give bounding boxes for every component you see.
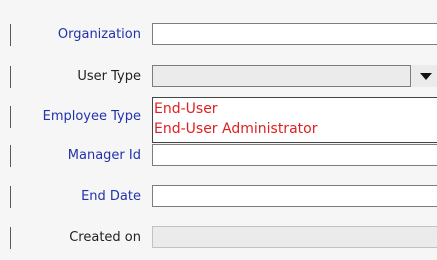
manager-id-input[interactable] (152, 144, 437, 166)
created-on-row: Created on (0, 225, 437, 253)
created-on-input (152, 226, 437, 248)
field-marker (10, 24, 11, 46)
organization-label: Organization (57, 27, 141, 42)
dropdown-option-end-user-administrator[interactable]: End-User Administrator (154, 121, 317, 137)
end-date-row: End Date (0, 184, 437, 212)
user-type-row: User Type (0, 64, 437, 92)
dropdown-option-end-user[interactable]: End-User (154, 101, 218, 117)
employee-type-label: Employee Type (42, 109, 141, 124)
field-marker (10, 145, 11, 167)
end-date-input[interactable] (152, 185, 437, 207)
end-date-label: End Date (81, 189, 141, 204)
created-on-label: Created on (69, 230, 141, 245)
manager-id-label: Manager Id (67, 148, 141, 163)
user-form-panel: Organization User Type End-User End-User… (0, 0, 437, 260)
field-marker (10, 106, 11, 128)
field-marker (10, 186, 11, 208)
user-type-dropdown-button[interactable] (410, 65, 437, 87)
organization-row: Organization (0, 22, 437, 50)
field-marker (10, 227, 11, 249)
user-type-label: User Type (77, 69, 141, 84)
user-type-select[interactable] (152, 65, 437, 87)
triangle-down-icon (420, 73, 432, 80)
field-marker (10, 66, 11, 88)
organization-input[interactable] (152, 23, 437, 45)
manager-id-row: Manager Id (0, 143, 437, 171)
user-type-dropdown-list: End-User End-User Administrator (152, 97, 437, 143)
